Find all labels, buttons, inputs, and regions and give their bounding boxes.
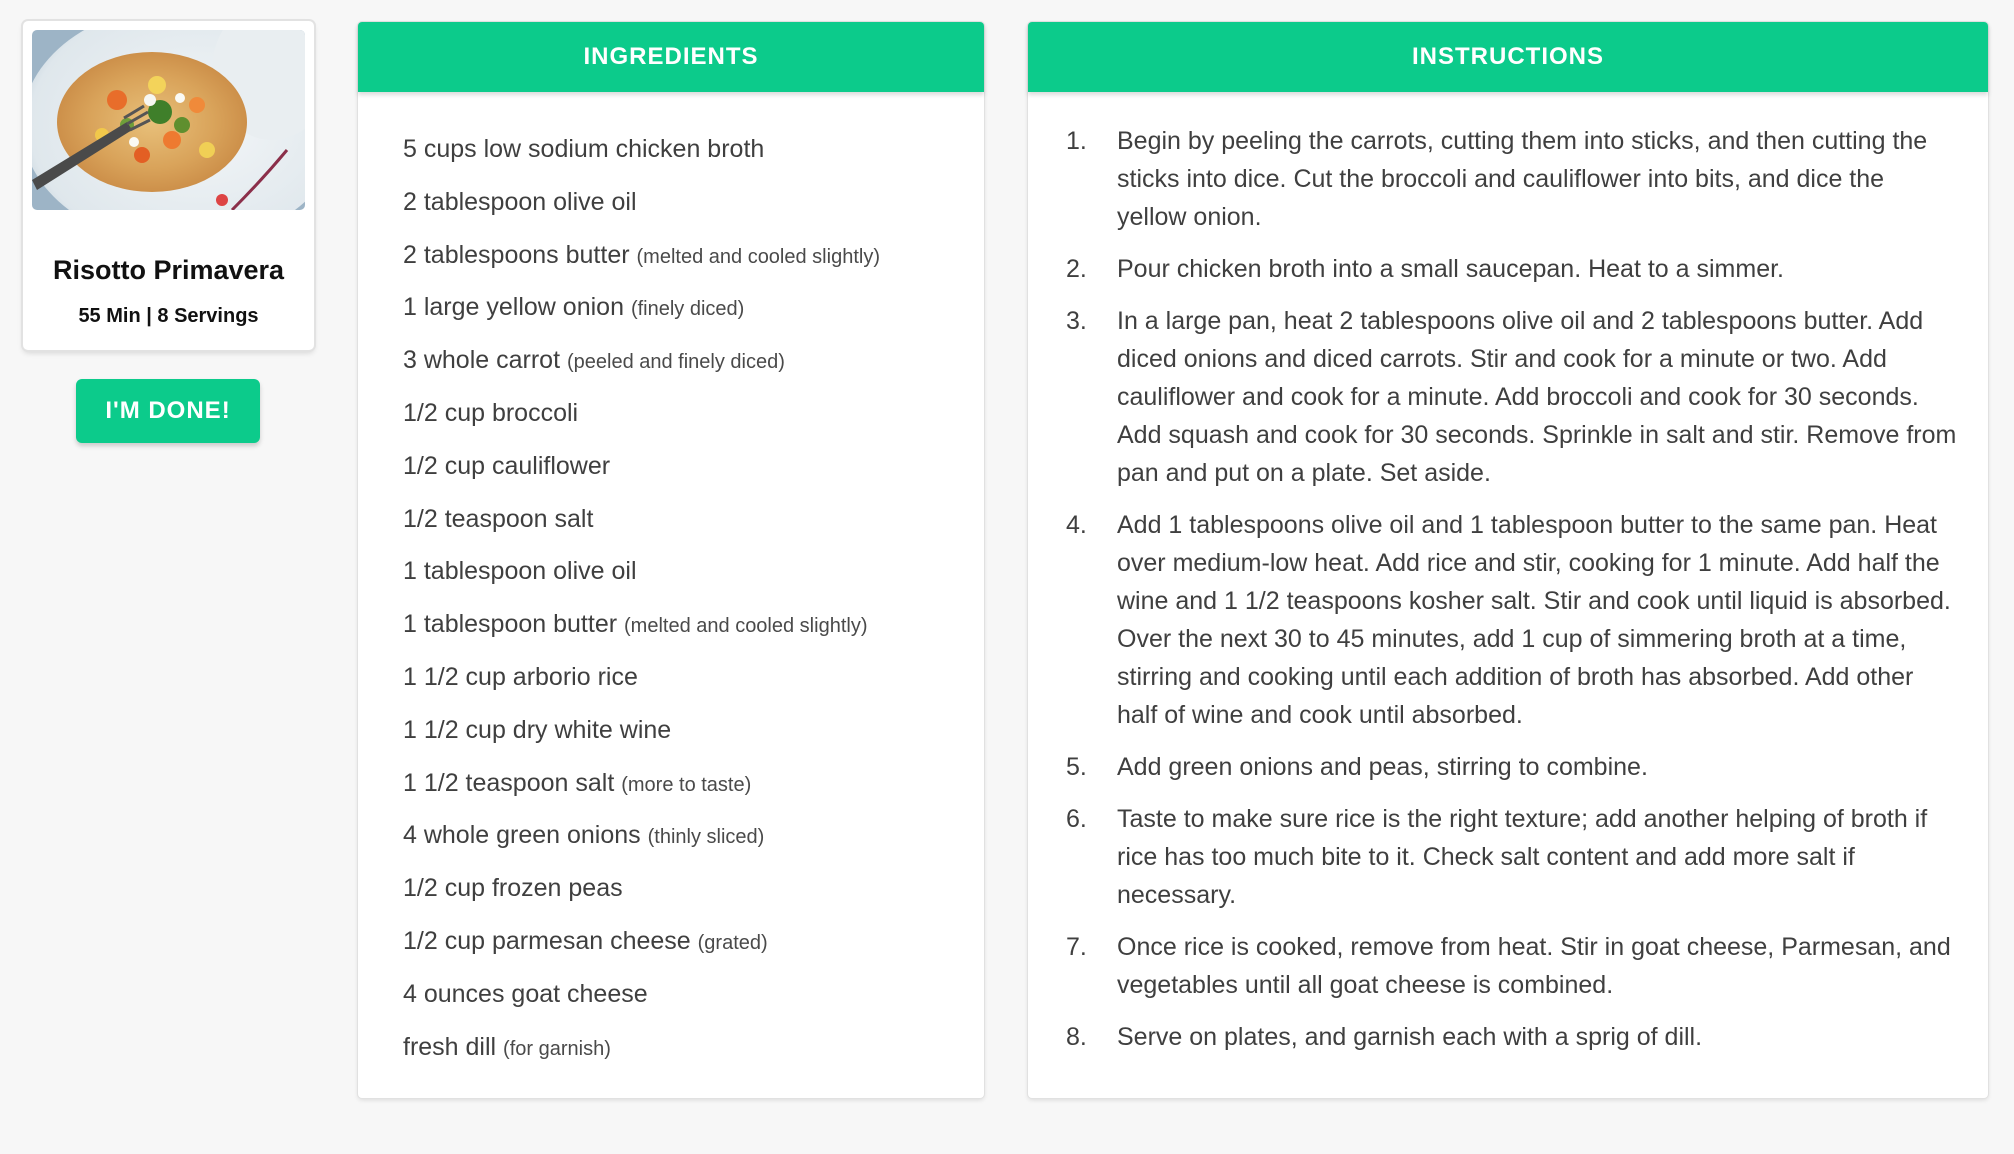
step-number: 5. bbox=[1066, 753, 1087, 781]
ingredient-name: 1 1/2 teaspoon salt bbox=[403, 768, 615, 797]
step-item: 3. In a large pan, heat 2 tablespoons oli… bbox=[1066, 302, 1958, 492]
ingredient-name: 1/2 cup parmesan cheese bbox=[403, 926, 691, 955]
ingredient-name: 5 cups low sodium chicken broth bbox=[403, 135, 765, 163]
step-number: 3. bbox=[1066, 307, 1087, 335]
step-number: 7. bbox=[1066, 933, 1087, 961]
ingredient-name: 1/2 teaspoon salt bbox=[403, 504, 594, 533]
ingredient-name: 4 whole green onions bbox=[403, 821, 641, 850]
ingredient-item: 1 tablespoon olive oil bbox=[403, 545, 984, 598]
step-number: 1. bbox=[1066, 127, 1087, 155]
ingredient-item: 4 whole green onions (thinly sliced) bbox=[403, 809, 984, 862]
ingredient-item: 1 1/2 cup arborio rice bbox=[403, 651, 984, 704]
recipe-page: Risotto Primavera 55 Min | 8 Servings I'… bbox=[0, 0, 2014, 1154]
recipe-photo bbox=[32, 30, 305, 210]
ingredient-name: 1/2 cup cauliflower bbox=[403, 451, 611, 480]
step-text: Pour chicken broth into a small saucepan… bbox=[1117, 255, 1784, 283]
ingredient-note: (melted and cooled slightly) bbox=[624, 615, 868, 638]
step-text: Add green onions and peas, stirring to c… bbox=[1117, 753, 1648, 781]
ingredient-item: 2 tablespoon olive oil bbox=[403, 176, 984, 229]
ingredient-name: 1 1/2 cup dry white wine bbox=[403, 715, 672, 744]
ingredient-note: (more to taste) bbox=[621, 773, 752, 796]
done-button[interactable]: I'M DONE! bbox=[76, 379, 260, 443]
ingredient-name: 1 tablespoon olive oil bbox=[403, 557, 637, 586]
step-item: 5. Add green onions and peas, stirring to… bbox=[1066, 748, 1958, 786]
step-number: 6. bbox=[1066, 805, 1087, 833]
step-item: 4. Add 1 tablespoons olive oil and 1 tabl… bbox=[1066, 506, 1958, 734]
ingredient-name: 4 ounces goat cheese bbox=[403, 979, 648, 1008]
ingredient-name: 1 large yellow onion bbox=[403, 293, 624, 322]
ingredient-note: (thinly sliced) bbox=[647, 826, 765, 849]
step-text: In a large pan, heat 2 tablespoons olive… bbox=[1117, 307, 1957, 487]
ingredient-item: fresh dill (for garnish) bbox=[403, 1021, 984, 1074]
risotto-image bbox=[32, 30, 305, 210]
instructions-header: INSTRUCTIONS bbox=[1028, 22, 1988, 92]
ingredient-item: 1 1/2 cup dry white wine bbox=[403, 704, 984, 757]
step-text: Add 1 tablespoons olive oil and 1 tables… bbox=[1117, 511, 1951, 729]
ingredient-note: (melted and cooled slightly) bbox=[636, 245, 880, 268]
step-number: 2. bbox=[1066, 255, 1087, 283]
ingredients-header: INGREDIENTS bbox=[358, 22, 984, 92]
step-item: 7. Once rice is cooked, remove from heat.… bbox=[1066, 928, 1958, 1004]
instructions-panel: INSTRUCTIONS 1. Begin by peeling the carr… bbox=[1028, 22, 1988, 1098]
ingredient-note: (peeled and finely diced) bbox=[566, 351, 785, 374]
ingredient-item: 1/2 cup frozen peas bbox=[403, 862, 984, 915]
step-number: 4. bbox=[1066, 511, 1087, 539]
step-text: Serve on plates, and garnish each with a… bbox=[1117, 1023, 1703, 1051]
step-number: 8. bbox=[1066, 1023, 1087, 1051]
step-list: 1. Begin by peeling the carrots, cutting … bbox=[1028, 92, 1988, 1056]
step-item: 8. Serve on plates, and garnish each with… bbox=[1066, 1018, 1958, 1056]
ingredient-name: fresh dill bbox=[403, 1032, 497, 1061]
ingredient-item: 2 tablespoons butter (melted and cooled … bbox=[403, 229, 984, 282]
recipe-title: Risotto Primavera bbox=[52, 255, 285, 285]
ingredient-item: 4 ounces goat cheese bbox=[403, 968, 984, 1021]
recipe-meta: 55 Min | 8 Servings bbox=[78, 305, 259, 327]
ingredient-note: (for garnish) bbox=[503, 1037, 611, 1060]
ingredient-name: 2 tablespoon olive oil bbox=[403, 187, 637, 216]
ingredient-note: (grated) bbox=[697, 931, 768, 954]
ingredient-item: 3 whole carrot (peeled and finely diced) bbox=[403, 334, 984, 387]
ingredient-item: 1 1/2 teaspoon salt (more to taste) bbox=[403, 757, 984, 810]
ingredient-name: 1/2 cup frozen peas bbox=[403, 874, 623, 903]
ingredient-name: 3 whole carrot bbox=[403, 346, 561, 375]
ingredient-name: 2 tablespoons butter bbox=[403, 240, 630, 269]
ingredient-item: 1 large yellow onion (finely diced) bbox=[403, 281, 984, 334]
step-item: 2. Pour chicken broth into a small saucep… bbox=[1066, 250, 1958, 288]
ingredient-item: 1/2 teaspoon salt bbox=[403, 493, 984, 546]
step-item: 1. Begin by peeling the carrots, cutting … bbox=[1066, 122, 1958, 236]
step-item: 6. Taste to make sure rice is the right t… bbox=[1066, 800, 1958, 914]
ingredient-item: 1/2 cup parmesan cheese (grated) bbox=[403, 915, 984, 968]
ingredients-panel: INGREDIENTS 5 cups low sodium chicken br… bbox=[358, 22, 984, 1098]
ingredient-name: 1 tablespoon butter bbox=[403, 610, 618, 639]
step-text: Taste to make sure rice is the right tex… bbox=[1117, 805, 1928, 909]
ingredient-name: 1 1/2 cup arborio rice bbox=[403, 662, 638, 691]
step-text: Once rice is cooked, remove from heat. S… bbox=[1117, 933, 1951, 999]
step-text: Begin by peeling the carrots, cutting th… bbox=[1117, 127, 1928, 231]
ingredient-note: (finely diced) bbox=[630, 298, 745, 321]
ingredient-list: 5 cups low sodium chicken broth 2 tablesp… bbox=[358, 92, 984, 1073]
ingredient-item: 5 cups low sodium chicken broth bbox=[403, 123, 984, 176]
ingredient-name: 1/2 cup broccoli bbox=[403, 398, 579, 427]
recipe-card[interactable]: Risotto Primavera 55 Min | 8 Servings bbox=[23, 21, 314, 350]
ingredient-item: 1/2 cup cauliflower bbox=[403, 440, 984, 493]
ingredient-item: 1 tablespoon butter (melted and cooled s… bbox=[403, 598, 984, 651]
ingredient-item: 1/2 cup broccoli bbox=[403, 387, 984, 440]
